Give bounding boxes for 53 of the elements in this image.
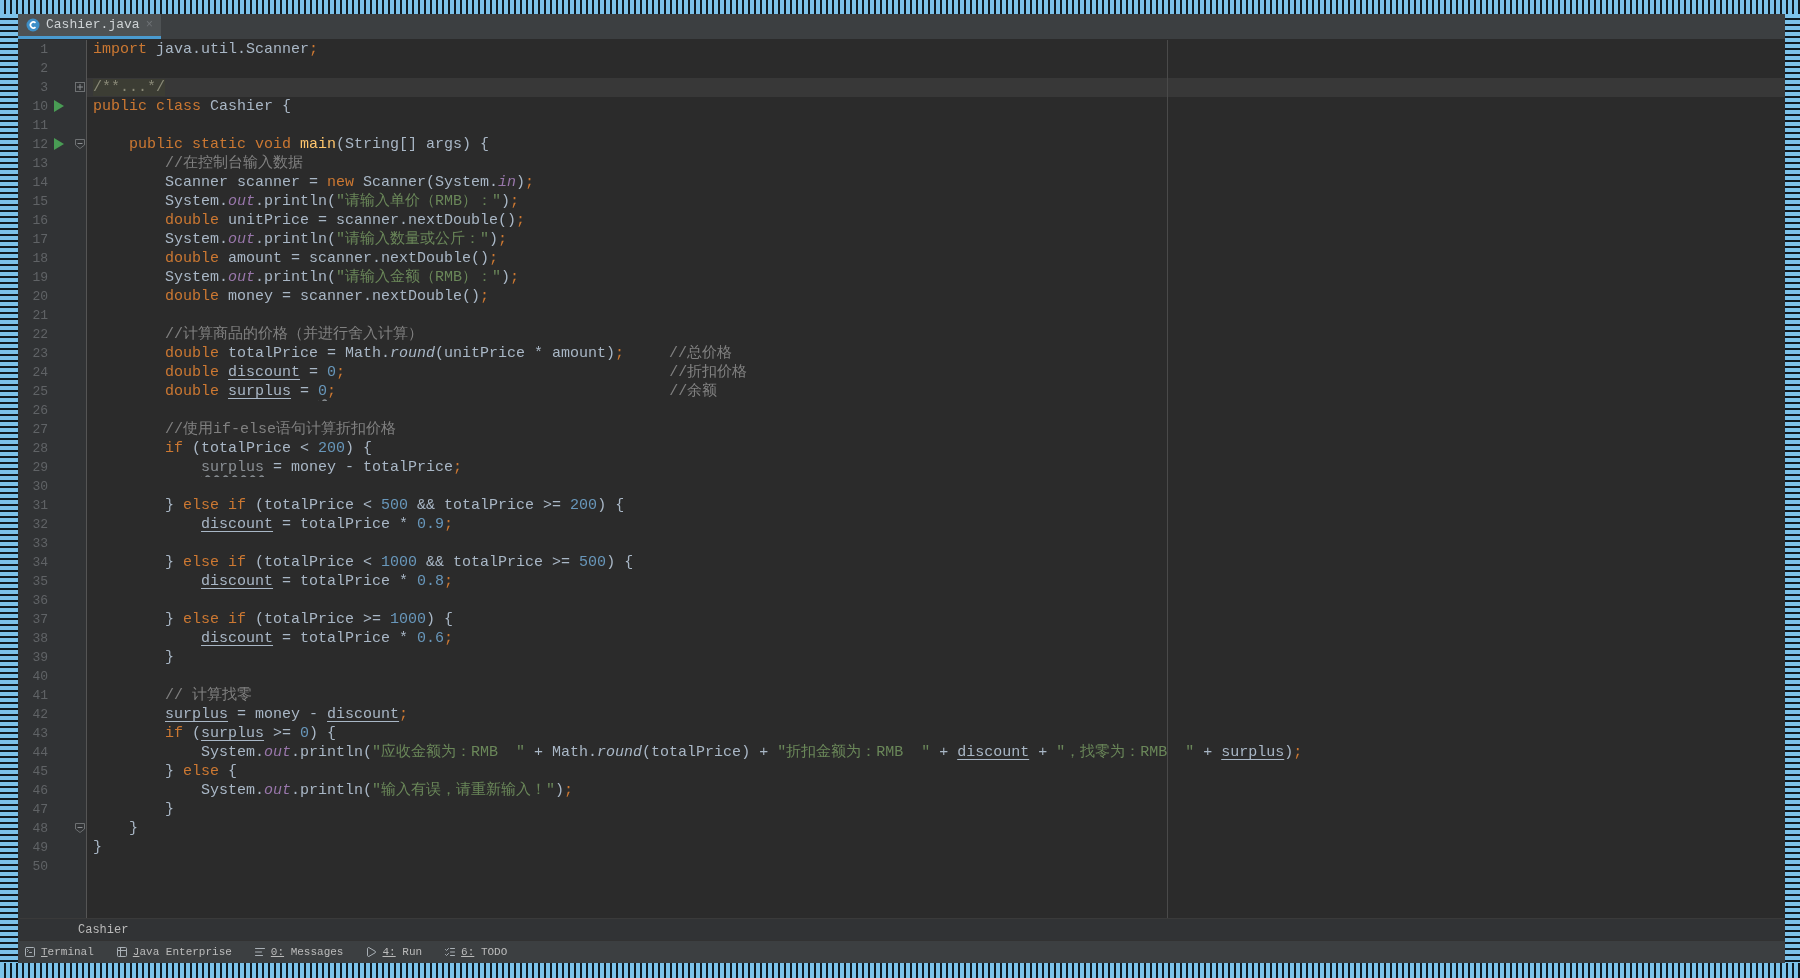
table-icon xyxy=(115,946,128,958)
code-line: } xyxy=(93,838,102,857)
expand-icon[interactable] xyxy=(75,82,85,92)
code-line: discount = totalPrice * 0.8; xyxy=(201,572,454,591)
code-line: public class Cashier { xyxy=(93,97,292,116)
tool-window-button[interactable]: Java Enterprise xyxy=(115,943,232,961)
code-line: } else { xyxy=(165,762,238,781)
tool-window-button[interactable]: 0: Messages xyxy=(253,943,344,961)
code-line: double totalPrice = Math.round(unitPrice * amount); //总价格 xyxy=(165,344,733,363)
editor-tab[interactable]: Cashier.java × xyxy=(18,14,161,39)
run-icon[interactable] xyxy=(54,100,64,112)
code-line: Scanner scanner = new Scanner(System.in); xyxy=(165,173,535,192)
code-line: //使用if-else语句计算折扣价格 xyxy=(165,420,396,439)
collapse-icon[interactable] xyxy=(75,823,85,833)
code-line: discount = totalPrice * 0.6; xyxy=(201,629,454,648)
code-line: System.out.println("请输入单价（RMB）："); xyxy=(165,192,520,211)
code-line: } else if (totalPrice < 1000 && totalPrice >= 500) { xyxy=(165,553,634,572)
code-line: } else if (totalPrice >= 1000) { xyxy=(165,610,454,629)
tool-window-button[interactable]: 6: TODO xyxy=(444,943,508,961)
code-line: } xyxy=(165,800,174,819)
breadcrumb[interactable]: Cashier xyxy=(78,920,129,939)
tool-window-button[interactable]: 4: Run xyxy=(365,943,423,961)
code-line: if (surplus >= 0) { xyxy=(165,724,337,743)
code-line: // 计算找零 xyxy=(165,686,252,705)
code-line: double money = scanner.nextDouble(); xyxy=(165,287,490,306)
code-line: System.out.println("输入有误，请重新输入！"); xyxy=(201,781,574,800)
code-line: surplus = money - discount; xyxy=(165,705,409,724)
class-icon xyxy=(26,18,40,32)
code-line: discount = totalPrice * 0.9; xyxy=(201,515,454,534)
tool-window-button[interactable]: Terminal xyxy=(24,943,94,961)
code-line: } xyxy=(165,648,174,667)
tab-label: Cashier.java xyxy=(46,16,140,35)
code-line: System.out.println("请输入金额（RMB）："); xyxy=(165,268,520,287)
code-line: } else if (totalPrice < 500 && totalPrice >= 200) { xyxy=(165,496,625,515)
code-line: import java.util.Scanner; xyxy=(93,40,319,59)
code-line: surplus = money - totalPrice; xyxy=(201,458,463,477)
terminal-icon xyxy=(24,946,36,958)
play-icon xyxy=(365,946,378,958)
code-line: //在控制台输入数据 xyxy=(165,154,303,173)
collapse-icon[interactable] xyxy=(75,139,85,149)
code-line: System.out.println("应收金额为：RMB " + Math.round(totalPrice) + "折扣金额为：RMB " + discount + "，找零为：RMB " + surplus); xyxy=(201,743,1303,762)
code-line: } xyxy=(129,819,138,838)
code-line: double surplus = 0; //余额 xyxy=(165,382,718,401)
code-line: //计算商品的价格（并进行舍入计算） xyxy=(165,325,423,344)
code-line: double amount = scanner.nextDouble(); xyxy=(165,249,499,268)
lines-icon xyxy=(253,946,266,958)
code-line: public static void main(String[] args) { xyxy=(129,135,490,154)
list-icon xyxy=(444,946,457,958)
code-line: System.out.println("请输入数量或公斤："); xyxy=(165,230,508,249)
code-line: double discount = 0; //折扣价格 xyxy=(165,363,748,382)
code-line: double unitPrice = scanner.nextDouble(); xyxy=(165,211,526,230)
run-icon[interactable] xyxy=(54,138,64,150)
code-line: if (totalPrice < 200) { xyxy=(165,439,373,458)
